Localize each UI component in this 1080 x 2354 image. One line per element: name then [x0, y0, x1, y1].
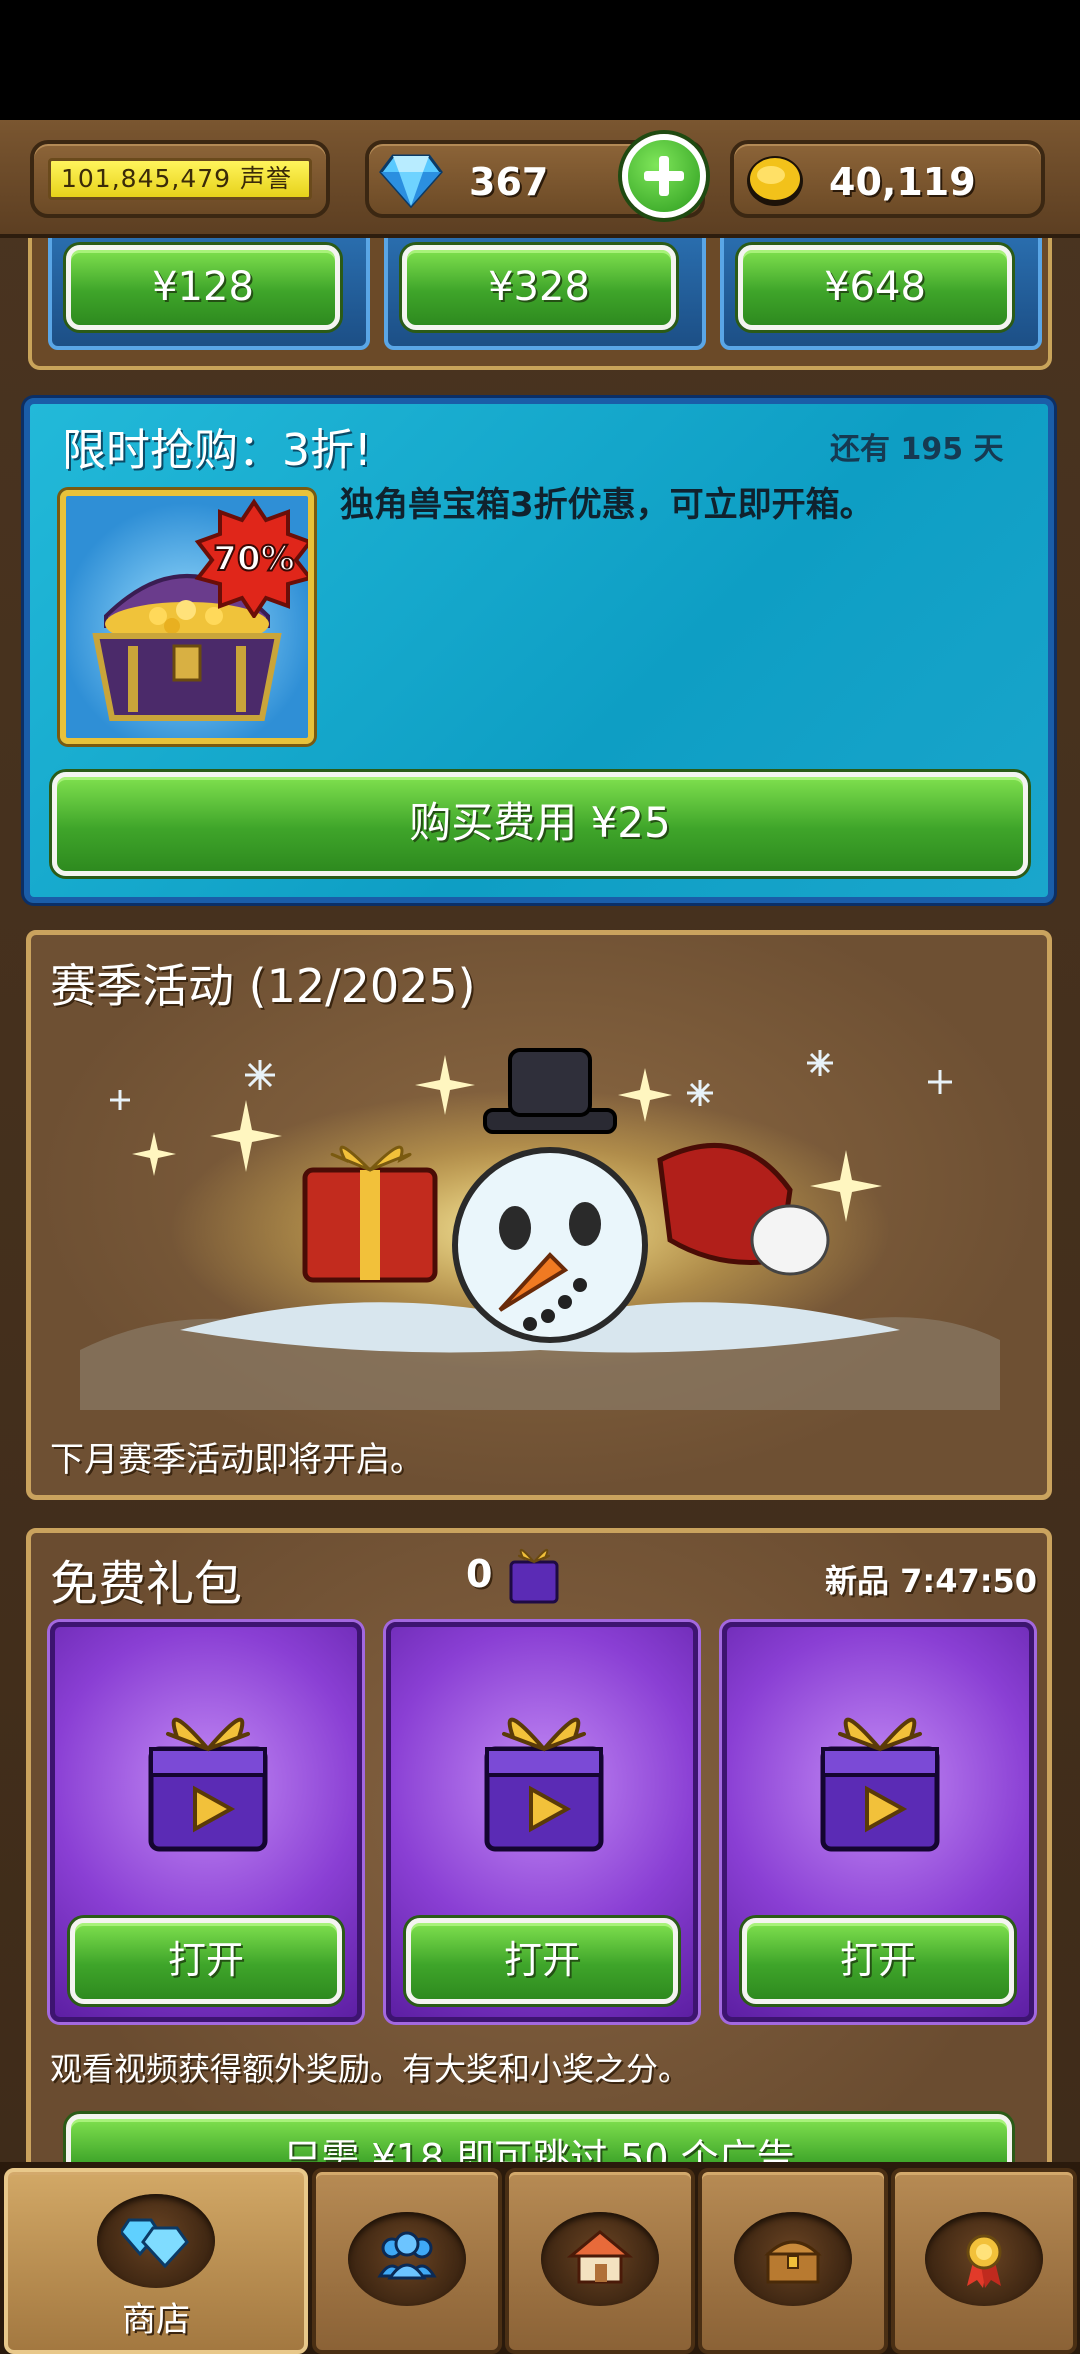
video-gift-box-icon	[820, 1717, 940, 1852]
flash-sale-title: 限时抢购：3折!	[62, 425, 372, 476]
free-gift-timer: 新品 7:47:50	[825, 1562, 1038, 1600]
coin-count: 40,119	[829, 160, 976, 204]
buy-flash-sale-button[interactable]: 购买费用 ¥25	[52, 772, 1028, 876]
diamonds-icon	[121, 2218, 189, 2269]
flash-sale-description: 独角兽宝箱3折优惠，可立即开箱。	[340, 485, 874, 525]
village-icon	[566, 2230, 634, 2284]
add-gems-button[interactable]	[622, 134, 706, 218]
video-gift-box-icon	[148, 1717, 268, 1852]
diamond-icon	[379, 154, 443, 209]
buy-648-button[interactable]: ¥648	[738, 245, 1012, 330]
tab-village[interactable]	[505, 2168, 695, 2354]
resource-bar: 101,845,479 声誉 367 40,119	[0, 120, 1080, 238]
coin-box: 40,119	[730, 140, 1045, 218]
open-gift-button[interactable]: 打开	[742, 1918, 1014, 2004]
open-gift-button[interactable]: 打开	[70, 1918, 342, 2004]
tab-treasury[interactable]	[698, 2168, 888, 2354]
reputation-value: 101,845,479 声誉	[48, 158, 312, 200]
free-gift-note: 观看视频获得额外奖励。有大奖和小奖之分。	[50, 2050, 691, 2088]
reputation-box: 101,845,479 声誉	[30, 140, 330, 218]
tab-shop[interactable]: 商店	[4, 2168, 308, 2354]
treasure-chest-icon	[764, 2240, 822, 2284]
free-gift-title: 免费礼包	[50, 1556, 243, 1612]
open-gift-button[interactable]: 打开	[406, 1918, 678, 2004]
season-event-title: 赛季活动 (12/2025)	[50, 959, 476, 1013]
discount-badge-icon: 70%	[194, 498, 308, 618]
buy-128-button[interactable]: ¥128	[66, 245, 340, 330]
gem-count: 367	[469, 160, 549, 204]
tab-achievements[interactable]	[891, 2168, 1077, 2354]
medal-icon	[966, 2234, 1002, 2288]
tab-shop-label: 商店	[122, 2300, 190, 2340]
team-icon	[377, 2231, 437, 2280]
status-bar	[0, 0, 1080, 120]
flash-sale-days-left: 还有 195 天	[830, 432, 1004, 467]
gold-coin-icon	[747, 156, 803, 206]
gift-box-icon	[509, 1549, 559, 1604]
buy-328-button[interactable]: ¥328	[402, 245, 676, 330]
season-event-note: 下月赛季活动即将开启。	[50, 1440, 424, 1480]
tab-team[interactable]	[312, 2168, 502, 2354]
discount-badge-label: 70%	[213, 539, 294, 579]
snowman-event-image	[80, 1048, 1000, 1410]
video-gift-box-icon	[484, 1717, 604, 1852]
bottom-nav: 商店	[0, 2162, 1080, 2354]
free-gift-count: 0	[466, 1552, 493, 1596]
unicorn-chest-image: 70%	[60, 490, 314, 744]
